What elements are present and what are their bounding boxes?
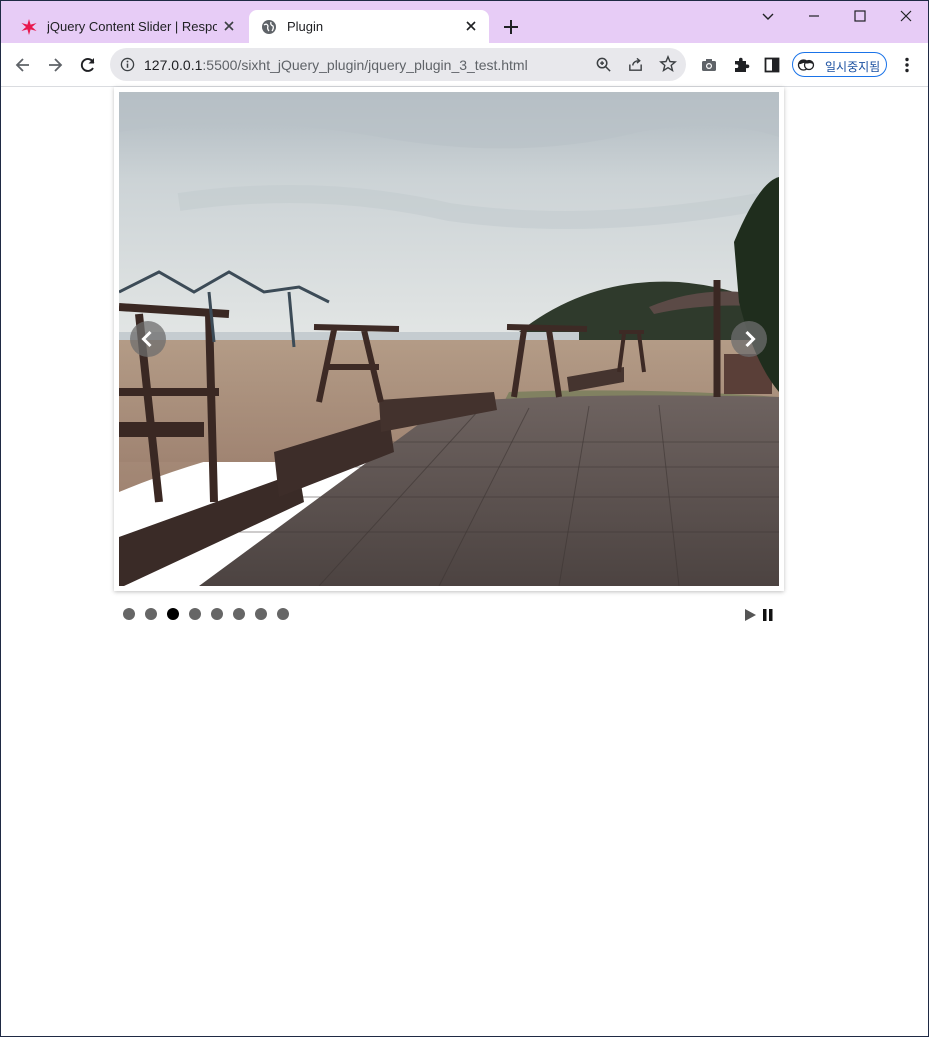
minimize-icon[interactable] bbox=[804, 6, 824, 26]
tab-search-chevron-icon[interactable] bbox=[758, 6, 778, 26]
play-icon[interactable] bbox=[744, 608, 757, 622]
url-host: 127.0.0.1 bbox=[144, 57, 203, 73]
share-icon[interactable] bbox=[627, 56, 644, 73]
tab-jquery-content-slider[interactable]: jQuery Content Slider | Respons bbox=[9, 10, 247, 43]
bookmark-star-icon[interactable] bbox=[659, 55, 677, 73]
pager-dot-6[interactable] bbox=[233, 608, 245, 620]
globe-icon bbox=[262, 19, 276, 34]
slide-image-beach-boardwalk bbox=[119, 92, 779, 586]
profile-paused-button[interactable]: 일시중지됨 bbox=[792, 52, 887, 77]
back-arrow-icon[interactable] bbox=[13, 55, 33, 75]
pause-icon[interactable] bbox=[762, 608, 774, 622]
more-menu-icon[interactable] bbox=[897, 55, 917, 75]
pager-dot-8[interactable] bbox=[277, 608, 289, 620]
avatar-icon bbox=[797, 59, 815, 71]
favicon-star-icon bbox=[21, 18, 37, 35]
close-window-icon[interactable] bbox=[896, 6, 916, 26]
extensions-puzzle-icon[interactable] bbox=[731, 55, 751, 75]
browser-window: jQuery Content Slider | Respons Plugin 1… bbox=[0, 0, 929, 1037]
browser-toolbar: 127.0.0.1:5500/sixht_jQuery_plugin/jquer… bbox=[1, 43, 928, 87]
url-path: :5500/sixht_jQuery_plugin/jquery_plugin_… bbox=[202, 57, 528, 73]
side-panel-icon[interactable] bbox=[762, 55, 782, 75]
slider-viewport bbox=[114, 87, 784, 591]
pager-dot-1[interactable] bbox=[123, 608, 135, 620]
close-tab-icon[interactable] bbox=[463, 18, 479, 34]
address-bar[interactable]: 127.0.0.1:5500/sixht_jQuery_plugin/jquer… bbox=[110, 48, 686, 81]
camera-icon[interactable] bbox=[699, 55, 719, 75]
pager-dot-7[interactable] bbox=[255, 608, 267, 620]
maximize-icon[interactable] bbox=[850, 6, 870, 26]
chevron-left-icon bbox=[141, 330, 152, 348]
pager-dot-4[interactable] bbox=[189, 608, 201, 620]
pager-dot-3-active[interactable] bbox=[167, 608, 179, 620]
zoom-icon[interactable] bbox=[595, 56, 612, 73]
slider-auto-controls bbox=[744, 607, 776, 623]
slider-next-button[interactable] bbox=[731, 321, 767, 357]
beach-boardwalk-photo bbox=[119, 92, 779, 586]
tab-strip: jQuery Content Slider | Respons Plugin bbox=[1, 1, 928, 43]
profile-status-label: 일시중지됨 bbox=[825, 60, 881, 74]
info-icon[interactable] bbox=[120, 57, 135, 72]
tab-title: Plugin bbox=[287, 19, 324, 34]
pager-dot-2[interactable] bbox=[145, 608, 157, 620]
tab-title: jQuery Content Slider | Respons bbox=[47, 19, 217, 34]
page-content bbox=[1, 87, 928, 1036]
reload-icon[interactable] bbox=[78, 55, 98, 75]
forward-arrow-icon[interactable] bbox=[45, 55, 65, 75]
slider-prev-button[interactable] bbox=[130, 321, 166, 357]
pager-dot-5[interactable] bbox=[211, 608, 223, 620]
new-tab-icon[interactable] bbox=[501, 17, 521, 37]
close-tab-icon[interactable] bbox=[221, 18, 237, 34]
chevron-right-icon bbox=[745, 330, 756, 348]
address-url[interactable]: 127.0.0.1:5500/sixht_jQuery_plugin/jquer… bbox=[144, 57, 528, 73]
tab-plugin[interactable]: Plugin bbox=[249, 10, 489, 43]
